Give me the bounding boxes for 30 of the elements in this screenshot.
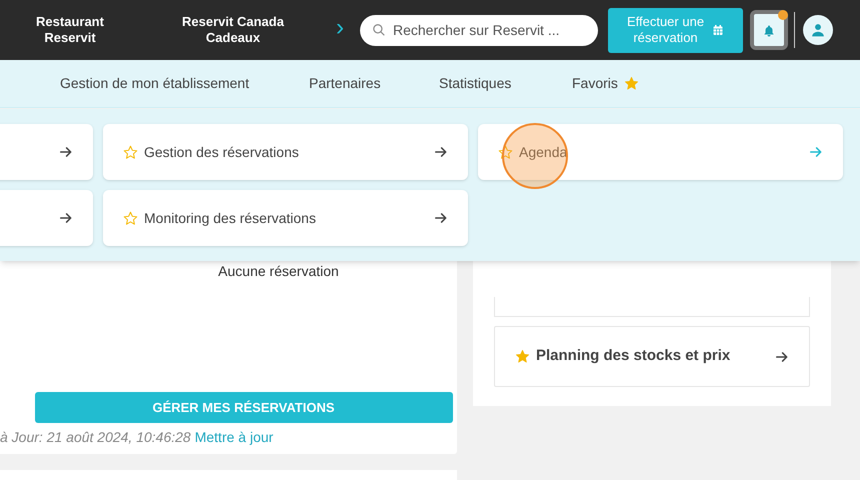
star-outline-icon[interactable] [123, 144, 138, 160]
arrow-right-icon [59, 211, 73, 225]
nav-link[interactable]: Gestion de mon établissement [60, 73, 250, 94]
menu-card[interactable]: Gestion des réservations [103, 124, 468, 180]
calendar-icon [712, 24, 724, 36]
star-icon[interactable] [624, 76, 639, 91]
shortcut-card[interactable]: Planning des stocks et prix [494, 326, 810, 387]
top-nav-link[interactable]: Restaurant Reservit [0, 14, 140, 46]
search-field[interactable]: Rechercher sur Reservit ... [360, 14, 598, 46]
bell-icon [763, 24, 775, 36]
arrow-right-icon [434, 145, 448, 159]
star-outline-icon[interactable] [498, 144, 513, 160]
star-outline-icon[interactable] [123, 210, 138, 226]
menu-card[interactable]: Agenda [478, 124, 843, 180]
notifications-button[interactable] [750, 10, 788, 50]
avatar-icon[interactable] [803, 15, 833, 45]
arrow-right-icon [775, 350, 789, 364]
arrow-right-icon [434, 211, 448, 225]
empty-message: Aucune réservation [218, 262, 339, 281]
star-icon[interactable] [515, 349, 530, 364]
scroll-arrow[interactable]: › [336, 16, 354, 44]
search-icon [372, 22, 386, 36]
last-update-text: à Jour: 21 août 2024, 10:46:28 [0, 428, 191, 447]
top-nav-link[interactable]: Reservit Canada Cadeaux [140, 14, 326, 46]
nav-link[interactable]: Favoris [572, 73, 639, 94]
arrow-right-icon [59, 145, 73, 159]
menu-card[interactable]: Monitoring des réservations [103, 190, 468, 246]
nav-link[interactable]: Partenaires [309, 73, 381, 94]
nav-link[interactable]: Statistiques [439, 73, 512, 94]
arrow-right-icon [809, 145, 823, 159]
